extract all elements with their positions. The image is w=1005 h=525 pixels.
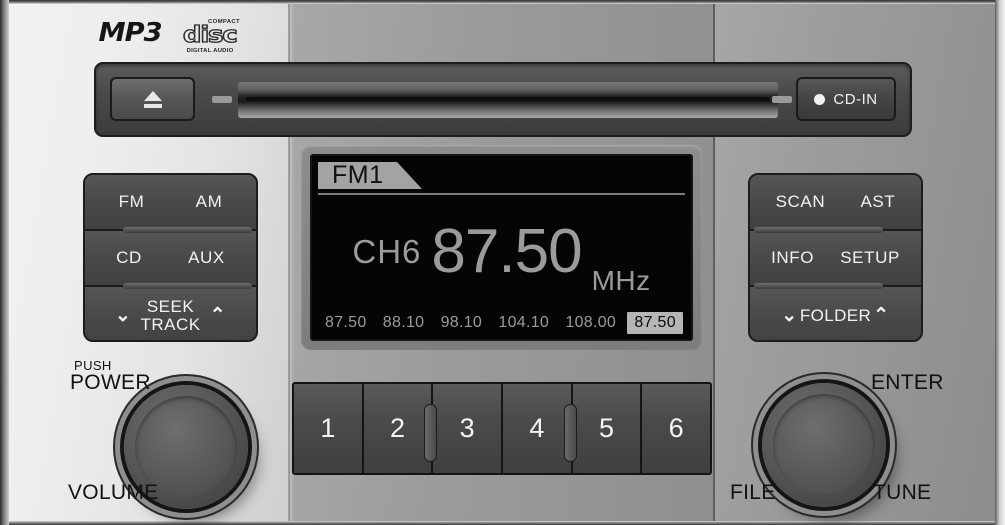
preset-button-2[interactable]: 2 [363, 384, 438, 473]
am-label: AM [195, 192, 223, 211]
chevron-up-icon[interactable]: ⌃ [210, 306, 227, 325]
power-label: POWER [70, 371, 151, 394]
mp3-logo: MP3 [98, 18, 162, 48]
scan-label: SCAN [775, 192, 826, 211]
preset-button-1-label: 1 [320, 413, 336, 443]
button-fm-am[interactable]: FM AM [85, 175, 256, 231]
slot-indicator-right [772, 96, 792, 103]
preset-button-3-label: 3 [459, 413, 475, 443]
preset-freq-4: 104.10 [498, 314, 550, 331]
lcd-divider-line [318, 193, 685, 195]
eject-icon [143, 90, 162, 108]
enter-label: ENTER [871, 371, 944, 394]
preset-button-6[interactable]: 6 [642, 384, 710, 473]
folder-chevron-down-icon[interactable]: ⌄ [781, 306, 798, 325]
preset-button-5-label: 5 [599, 413, 615, 443]
eject-button[interactable] [110, 77, 195, 121]
channel-label: CH6 [352, 232, 422, 270]
preset-freq-1: 87.50 [325, 314, 367, 331]
preset-freq-5: 108.00 [565, 314, 617, 331]
preset-button-1[interactable]: 1 [294, 384, 364, 473]
ast-label: AST [860, 192, 896, 211]
preset-button-6-label: 6 [668, 413, 684, 443]
cd-in-indicator-icon [814, 93, 826, 105]
cd-label: CD [116, 248, 142, 267]
display-bezel: FM1 CH6 87.50 MHz 87.50 88.10 98.10 104.… [301, 145, 702, 350]
seek-label: SEEK [146, 297, 195, 317]
eject-icon-triangle [143, 90, 162, 101]
aux-label: AUX [188, 248, 225, 267]
chevron-down-icon[interactable]: ⌄ [115, 306, 132, 325]
preset-freq-3: 98.10 [440, 314, 483, 331]
frequency-value: 87.50 [431, 216, 582, 286]
setup-label: SETUP [840, 248, 900, 267]
preset-button-4[interactable]: 4 [503, 384, 577, 473]
tune-label: TUNE [873, 481, 932, 504]
fm-label: FM [118, 192, 145, 211]
stack-groove-4 [754, 283, 883, 289]
format-logos: MP3 COMPACT disc DIGITAL AUDIO [98, 18, 242, 54]
compact-disc-logo: COMPACT disc DIGITAL AUDIO [178, 19, 242, 54]
button-seek-track[interactable]: ⌄ SEEK TRACK ⌃ [85, 283, 256, 340]
preset-freq-2: 88.10 [382, 314, 425, 331]
track-label: TRACK [140, 314, 201, 334]
cd-slot-bar: CD-IN [94, 62, 912, 137]
button-folder[interactable]: ⌄ FOLDER ⌃ [750, 283, 921, 340]
left-button-stack: FM AM CD AUX ⌄ SEEK TRACK ⌃ [83, 173, 258, 342]
eject-icon-bar [143, 103, 162, 108]
volume-label: VOLUME [68, 481, 159, 504]
preset-button-4-label: 4 [529, 413, 545, 443]
file-label: FILE [730, 481, 776, 504]
lcd-band-row: FM1 [312, 156, 691, 195]
button-scan-ast[interactable]: SCAN AST [750, 175, 921, 231]
preset-divider-left [424, 404, 438, 462]
car-audio-head-unit: MP3 COMPACT disc DIGITAL AUDIO CD-IN FM [0, 0, 1005, 525]
lcd-main-readout: CH6 87.50 MHz [312, 198, 691, 305]
folder-chevron-up-icon[interactable]: ⌃ [873, 306, 890, 325]
preset-divider-right [563, 404, 577, 462]
stack-groove-3 [754, 227, 883, 233]
button-cd-aux[interactable]: CD AUX [85, 227, 256, 287]
preset-button-row: 1 2 3 4 5 6 [292, 382, 712, 475]
cd-in-label: CD-IN [833, 90, 878, 108]
tune-enter-knob[interactable] [762, 383, 886, 507]
frequency-unit: MHz [591, 265, 651, 296]
button-info-setup[interactable]: INFO SETUP [750, 227, 921, 287]
stack-groove-2 [123, 283, 252, 289]
frame-edge-top [0, 0, 1005, 4]
cd-logo-bottom-text: DIGITAL AUDIO [186, 48, 234, 54]
folder-label: FOLDER [799, 305, 872, 325]
preset-button-2-label: 2 [389, 413, 406, 443]
frame-edge-right [995, 0, 1005, 525]
right-button-stack: SCAN AST INFO SETUP ⌄ FOLDER ⌃ [748, 173, 923, 342]
frame-edge-left [0, 0, 9, 525]
lcd-display: FM1 CH6 87.50 MHz 87.50 88.10 98.10 104.… [310, 154, 693, 341]
band-tab: FM1 [318, 162, 422, 189]
cd-in-button[interactable]: CD-IN [796, 77, 896, 121]
frame-edge-bottom [0, 521, 1005, 525]
info-label: INFO [771, 248, 815, 267]
slot-indicator-left [212, 96, 232, 103]
preset-button-5[interactable]: 5 [572, 384, 643, 473]
cd-logo-disc-text: disc [182, 23, 238, 48]
preset-button-3[interactable]: 3 [433, 384, 504, 473]
cd-slot-opening [246, 97, 770, 101]
preset-frequency-row: 87.50 88.10 98.10 104.10 108.00 87.50 [316, 311, 687, 335]
preset-freq-6-active: 87.50 [627, 312, 683, 334]
stack-groove-1 [123, 227, 252, 233]
